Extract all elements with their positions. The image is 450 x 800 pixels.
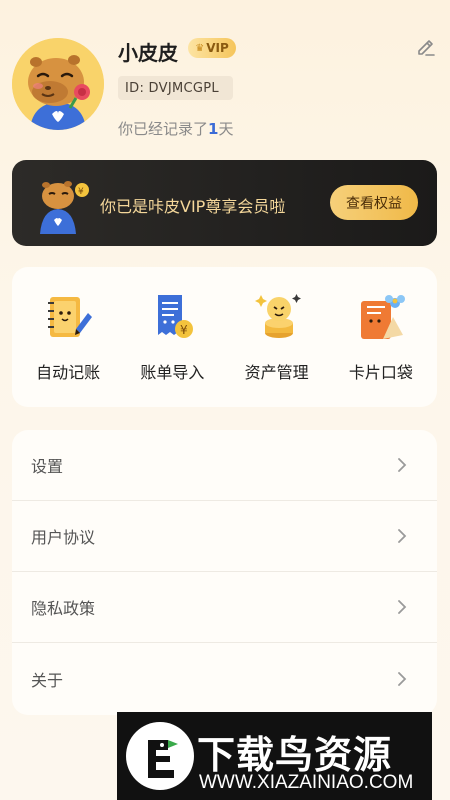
- crown-icon: ♛: [195, 42, 205, 54]
- menu-item-label: 设置: [31, 457, 64, 476]
- menu-item-about[interactable]: 关于: [12, 643, 437, 714]
- card-pocket-icon: [360, 295, 405, 339]
- bill-import-icon: ¥: [158, 295, 194, 338]
- tool-label: 卡片口袋: [348, 363, 413, 382]
- tool-label: 账单导入: [140, 363, 205, 382]
- coins-icon: [254, 294, 301, 338]
- record-days-count: 1: [208, 120, 219, 138]
- chevron-right-icon: [398, 671, 407, 686]
- svg-text:¥: ¥: [78, 187, 84, 197]
- bird-logo-icon: [126, 722, 194, 790]
- tool-card-pocket[interactable]: 卡片口袋: [331, 267, 431, 407]
- notebook-pen-icon: [48, 297, 93, 337]
- tool-label: 资产管理: [244, 363, 309, 382]
- menu-item-user-agreement[interactable]: 用户协议: [12, 501, 437, 572]
- vip-banner-text: 你已是咔皮VIP尊享会员啦: [100, 197, 286, 216]
- watermark-banner: 下载鸟资源 WWW.XIAZAINIAO.COM: [117, 712, 432, 800]
- chevron-right-icon: [398, 458, 407, 472]
- user-name: 小皮皮: [118, 41, 178, 65]
- chevron-right-icon: [398, 600, 407, 614]
- menu-item-privacy-policy[interactable]: 隐私政策: [12, 572, 437, 643]
- profile-header: 小皮皮 ♛ VIP ID: DVJMCGPL 你已经记录了1天: [0, 0, 450, 150]
- user-id[interactable]: ID: DVJMCGPL: [118, 76, 233, 100]
- tool-label: 自动记账: [36, 363, 101, 382]
- tools-panel: 自动记账 ¥ 账单导入 资产管理 卡片口袋: [12, 267, 437, 407]
- edit-icon[interactable]: [415, 37, 437, 59]
- menu-item-settings[interactable]: 设置: [12, 430, 437, 501]
- watermark-title: 下载鸟资源: [197, 733, 393, 777]
- vip-badge: ♛ VIP: [188, 38, 236, 58]
- menu-item-label: 隐私政策: [31, 599, 96, 618]
- tool-bill-import[interactable]: ¥ 账单导入: [122, 267, 222, 407]
- record-prefix: 你已经记录了: [118, 120, 209, 138]
- record-days-text: 你已经记录了1天: [118, 118, 233, 139]
- menu-item-label: 关于: [31, 670, 64, 690]
- menu-item-label: 用户协议: [31, 528, 96, 547]
- record-suffix: 天: [218, 120, 234, 138]
- avatar[interactable]: [12, 38, 104, 130]
- vip-banner[interactable]: ¥ 你已是咔皮VIP尊享会员啦 查看权益: [12, 160, 437, 246]
- tool-auto-bookkeeping[interactable]: 自动记账: [18, 267, 118, 407]
- vip-badge-label: VIP: [206, 41, 229, 55]
- tool-asset-management[interactable]: 资产管理: [227, 267, 327, 407]
- vip-mascot-icon: ¥: [40, 181, 89, 234]
- svg-text:¥: ¥: [180, 323, 188, 337]
- chevron-right-icon: [398, 529, 407, 543]
- capybara-avatar-icon: [12, 38, 104, 130]
- watermark-url: WWW.XIAZAINIAO.COM: [199, 772, 414, 793]
- settings-menu: 设置 用户协议 隐私政策 关于: [12, 430, 437, 715]
- view-benefits-button[interactable]: 查看权益: [330, 185, 418, 220]
